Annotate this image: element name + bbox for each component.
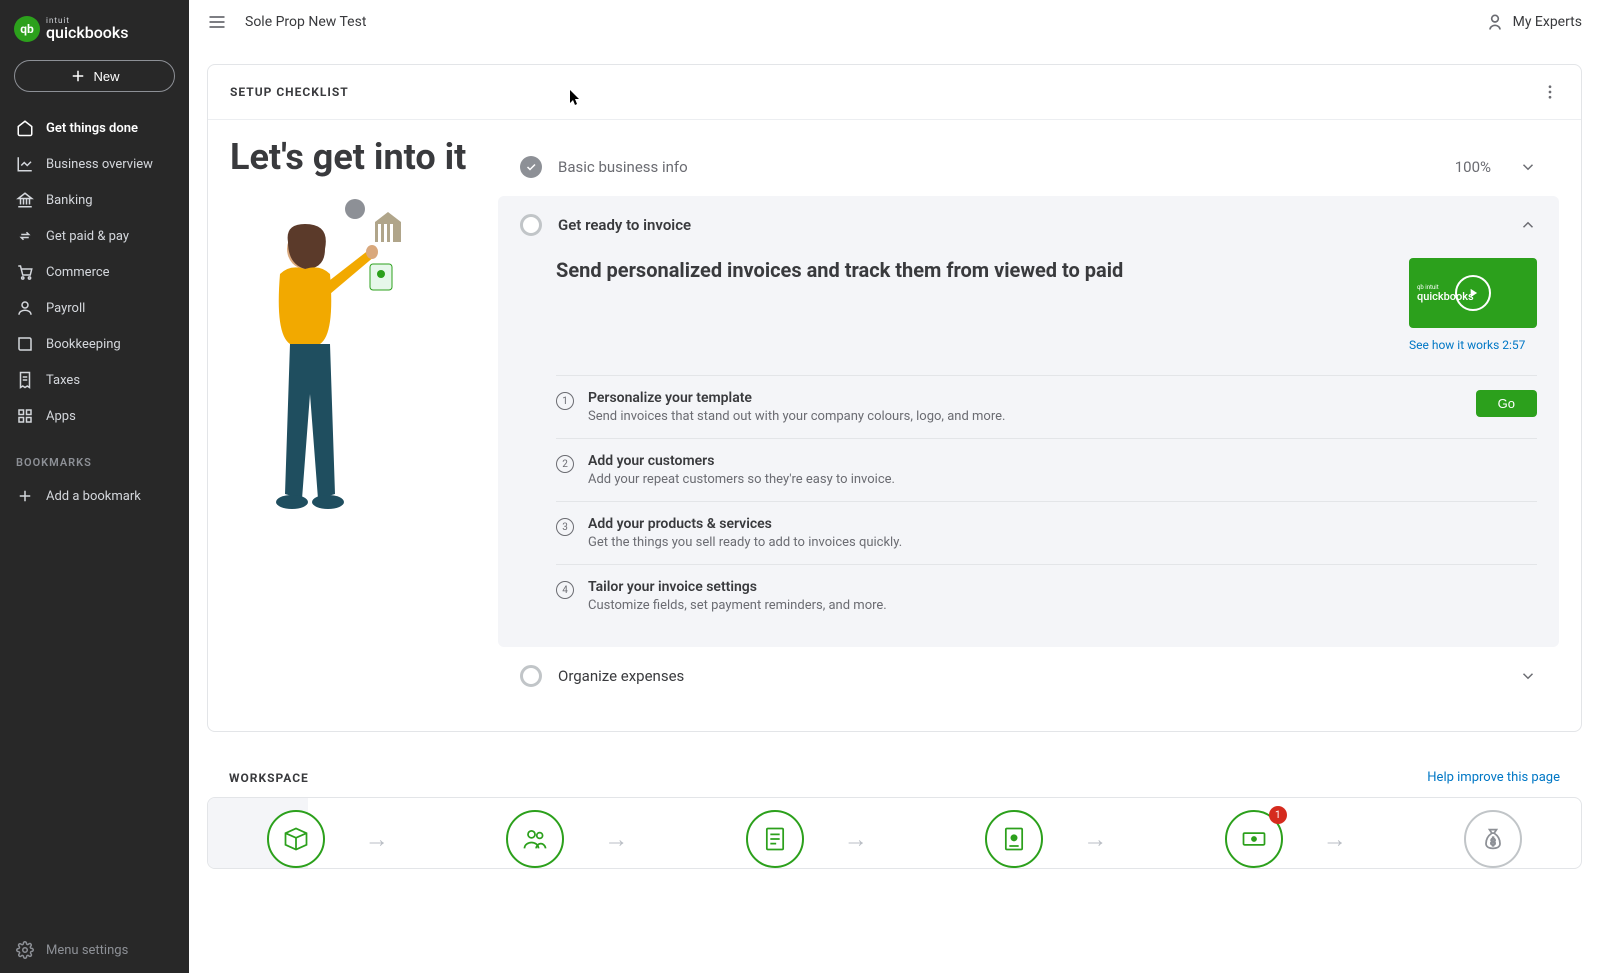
chevron-up-icon xyxy=(1519,216,1537,234)
arrow-right-icon: → xyxy=(1323,825,1347,854)
step-row: 3 Add your products & services Get the t… xyxy=(556,502,1537,565)
nav-taxes[interactable]: Taxes xyxy=(0,362,189,398)
gear-icon xyxy=(16,941,34,959)
step-row: 1 Personalize your template Send invoice… xyxy=(556,376,1537,439)
arrow-right-icon: → xyxy=(1083,825,1107,854)
video-thumbnail[interactable]: qb intuit quickbooks xyxy=(1409,258,1537,328)
nav-business-overview[interactable]: Business overview xyxy=(0,146,189,182)
step-row: 4 Tailor your invoice settings Customize… xyxy=(556,565,1537,627)
my-experts-button[interactable]: My Experts xyxy=(1485,12,1582,32)
video-link[interactable]: See how it works 2:57 xyxy=(1409,338,1525,352)
workflow-node-invoice[interactable] xyxy=(985,810,1043,868)
step-desc: Send invoices that stand out with your c… xyxy=(588,409,1462,424)
step-number-icon: 2 xyxy=(556,455,574,473)
nav-commerce[interactable]: Commerce xyxy=(0,254,189,290)
progress-ring-icon xyxy=(520,665,542,687)
accordion-basic-info[interactable]: Basic business info 100% xyxy=(498,138,1559,196)
step-desc: Get the things you sell ready to add to … xyxy=(588,535,1537,550)
step-desc: Add your repeat customers so they're eas… xyxy=(588,472,1537,487)
step-title: Add your customers xyxy=(588,453,1537,469)
nav-get-things-done[interactable]: Get things done xyxy=(0,110,189,146)
accordion-invoice-panel: Get ready to invoice Send personalized i… xyxy=(498,196,1559,647)
new-button[interactable]: New xyxy=(14,60,175,92)
nav-apps[interactable]: Apps xyxy=(0,398,189,434)
workspace-title: WORKSPACE xyxy=(229,771,309,785)
workflow-node-payment[interactable]: 1 xyxy=(1225,810,1283,868)
accordion-invoice-header[interactable]: Get ready to invoice xyxy=(520,214,1537,252)
invoice-icon xyxy=(1000,825,1028,853)
arrow-right-icon: → xyxy=(844,825,868,854)
person-icon xyxy=(16,299,34,317)
book-icon xyxy=(16,335,34,353)
sidebar: qb intuit quickbooks New Get things done… xyxy=(0,0,189,973)
hamburger-icon[interactable] xyxy=(207,12,227,32)
setup-checklist-card: SETUP CHECKLIST Let's get into it xyxy=(207,64,1582,732)
receipt-icon xyxy=(16,371,34,389)
help-improve-link[interactable]: Help improve this page xyxy=(1427,770,1560,785)
progress-ring-icon xyxy=(520,214,542,236)
checklist-title: SETUP CHECKLIST xyxy=(230,85,349,99)
bank-icon xyxy=(16,191,34,209)
step-desc: Customize fields, set payment reminders,… xyxy=(588,598,1537,613)
accordion-expenses[interactable]: Organize expenses xyxy=(498,647,1559,705)
go-button[interactable]: Go xyxy=(1476,390,1537,417)
check-complete-icon xyxy=(520,156,542,178)
topbar: Sole Prop New Test My Experts xyxy=(189,0,1600,44)
arrow-right-icon: → xyxy=(365,825,389,854)
accordion-percent: 100% xyxy=(1455,158,1491,176)
kebab-menu-icon[interactable] xyxy=(1541,83,1559,101)
svg-text:$: $ xyxy=(1491,837,1496,848)
brand-name: quickbooks xyxy=(46,25,128,41)
chevron-down-icon xyxy=(1519,667,1537,685)
brand-logo[interactable]: qb intuit quickbooks xyxy=(0,12,189,60)
people-icon xyxy=(521,825,549,853)
document-icon xyxy=(761,825,789,853)
notification-badge: 1 xyxy=(1269,806,1287,824)
menu-settings-button[interactable]: Menu settings xyxy=(0,927,189,973)
step-number-icon: 3 xyxy=(556,518,574,536)
nav-payroll[interactable]: Payroll xyxy=(0,290,189,326)
money-bag-icon: $ xyxy=(1479,825,1507,853)
workspace-section: WORKSPACE Help improve this page → → xyxy=(207,752,1582,869)
step-number-icon: 4 xyxy=(556,581,574,599)
workflow-node-products[interactable] xyxy=(267,810,325,868)
panel-subtitle: Send personalized invoices and track the… xyxy=(556,258,1123,282)
qb-logo-icon: qb xyxy=(14,16,40,42)
accordion-label: Organize expenses xyxy=(558,667,1503,685)
bookmarks-heading: BOOKMARKS xyxy=(0,434,189,479)
hero-illustration xyxy=(230,194,410,534)
exchange-icon xyxy=(16,227,34,245)
step-title: Add your products & services xyxy=(588,516,1537,532)
cart-icon xyxy=(16,263,34,281)
cash-icon xyxy=(1240,825,1268,853)
step-title: Tailor your invoice settings xyxy=(588,579,1537,595)
hero-title: Let's get into it xyxy=(230,138,472,178)
workspace-flow: → → → → xyxy=(207,797,1582,869)
plus-icon xyxy=(16,487,34,505)
workflow-node-estimate[interactable] xyxy=(746,810,804,868)
main-area: Sole Prop New Test My Experts SETUP CHEC… xyxy=(189,0,1600,973)
nav-get-paid[interactable]: Get paid & pay xyxy=(0,218,189,254)
home-icon xyxy=(16,119,34,137)
box-icon xyxy=(282,825,310,853)
accordion-label: Get ready to invoice xyxy=(558,216,1503,234)
step-number-icon: 1 xyxy=(556,392,574,410)
accordion-label: Basic business info xyxy=(558,158,1439,176)
arrow-right-icon: → xyxy=(604,825,628,854)
company-name: Sole Prop New Test xyxy=(245,14,366,30)
grid-icon xyxy=(16,407,34,425)
step-row: 2 Add your customers Add your repeat cus… xyxy=(556,439,1537,502)
workflow-node-deposit[interactable]: $ xyxy=(1464,810,1522,868)
nav-bookkeeping[interactable]: Bookkeeping xyxy=(0,326,189,362)
main-nav: Get things done Business overview Bankin… xyxy=(0,110,189,434)
expert-icon xyxy=(1485,12,1505,32)
plus-icon xyxy=(69,67,87,85)
step-title: Personalize your template xyxy=(588,390,1462,406)
chart-icon xyxy=(16,155,34,173)
nav-banking[interactable]: Banking xyxy=(0,182,189,218)
chevron-down-icon xyxy=(1519,158,1537,176)
workflow-node-customers[interactable] xyxy=(506,810,564,868)
add-bookmark-button[interactable]: Add a bookmark xyxy=(0,479,189,513)
